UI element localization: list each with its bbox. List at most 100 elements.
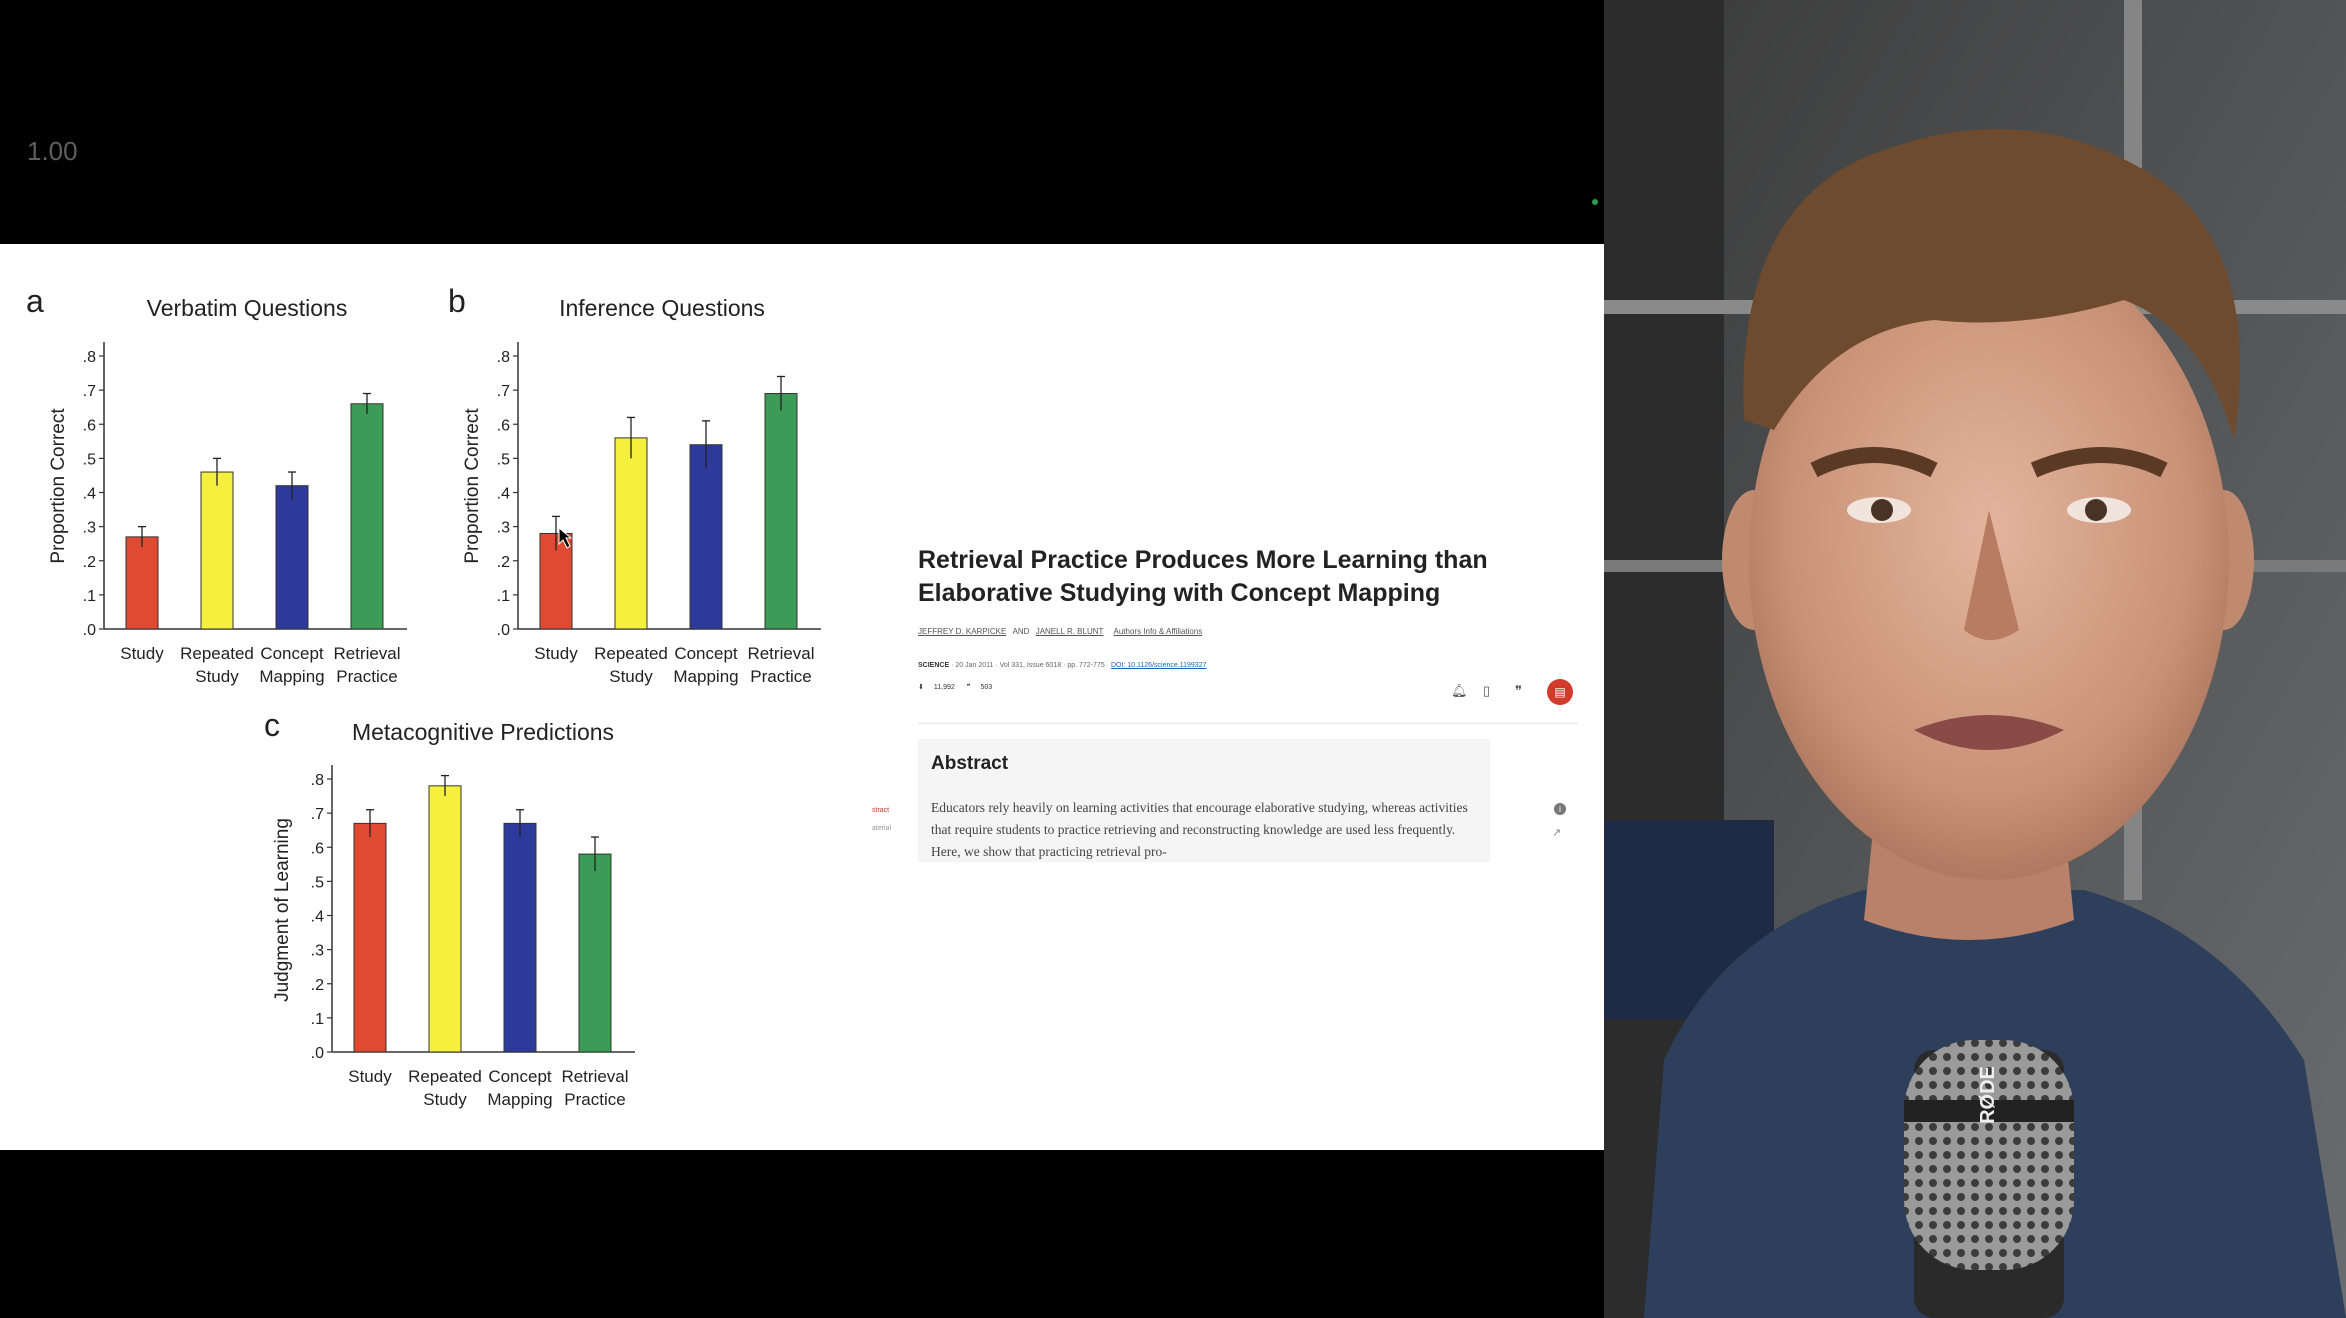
panel-c-ytick-label: .2 [311,977,324,994]
cite-icon[interactable]: ❞ [1515,683,1522,699]
panel-b-category-label: Study [609,667,653,686]
panel-a-ytick-label: .7 [83,383,96,400]
article-stats: ⬇ 11,992 ❞ 503 [918,683,1002,691]
panel-b-ytick-label: .3 [497,520,510,537]
panel-a-category-label: Concept [260,644,324,663]
panel-c-ytick-label: .3 [311,943,324,960]
panel-c-category-label: Concept [488,1067,552,1086]
panel-b-ytick-label: .4 [497,486,510,503]
abstract-heading: Abstract [931,753,1009,774]
quote-icon: ❞ [966,684,971,691]
panel-a-bar [125,536,159,630]
panel-b-ylabel: Proportion Correct [462,408,483,564]
panel-c-bar [578,853,612,1053]
panel-a-category-label: Study [120,644,164,663]
panel-a-ytick-label: .8 [83,349,96,366]
abstract-text: Educators rely heavily on learning activ… [931,800,1468,859]
webcam-image: RØDE [1604,0,2346,1318]
panel-b-ytick-label: .0 [497,622,510,639]
panel-b-ytick-label: .2 [497,554,510,571]
panel-b-category-label: Concept [674,644,738,663]
author-and: AND [1012,627,1030,636]
panel-a-ytick-label: .6 [83,417,96,434]
panel-a-bar [350,403,384,630]
panel-b-category-label: Practice [750,667,811,686]
letterbox-bottom [0,1150,1604,1318]
panel-a-category-label: Retrieval [333,644,400,663]
panel-b-ytick-label: .8 [497,349,510,366]
panel-b-category-label: Study [534,644,578,663]
volume[interactable]: Vol 331, Issue 6018 [1000,662,1062,669]
panel-a-ytick-label: .0 [83,622,96,639]
panel-b-category-label: Repeated [594,644,668,663]
panel-c-ytick-label: .1 [311,1011,324,1028]
pub-date: 20 Jan 2011 [955,662,994,669]
panel-b-category-label: Mapping [673,667,738,686]
bell-icon[interactable]: 🔔︎ [1451,683,1468,699]
author-1[interactable]: JEFFREY D. KARPICKE [918,627,1006,636]
panel-b-ytick-label: .1 [497,588,510,605]
trend-icon[interactable]: ↗ [1552,826,1561,839]
pdf-icon[interactable]: ▤ [1547,679,1573,705]
panel-c-bar [503,822,537,1053]
panel-b-ytick-label: .5 [497,451,510,468]
journal-name[interactable]: SCIENCE [918,662,949,669]
panel-c-ytick-label: .5 [311,874,324,891]
pages: pp. 772-775 [1067,662,1105,669]
panel-a-ytick-label: .5 [83,451,96,468]
panel-c-category-label: Mapping [487,1090,552,1109]
panel-b-letter: b [448,283,466,319]
panel-c-letter: c [264,707,280,743]
panel-c-ytick-label: .4 [311,909,324,926]
authors-info-link[interactable]: Authors Info & Affiliations [1114,627,1203,636]
slide: a Verbatim Questions Proportion Correct .0.… [0,244,1604,1150]
panel-c-bar [353,822,387,1053]
panel-b-bar [764,393,798,630]
panel-b-ytick-label: .6 [497,417,510,434]
panel-c-ytick-label: .8 [311,772,324,789]
side-nav-abstract[interactable]: stract [872,807,889,814]
panel-a-category-label: Practice [336,667,397,686]
panel-b-title: Inference Questions [559,295,765,321]
panel-a-ytick-label: .2 [83,554,96,571]
panel-a-bar [200,471,234,630]
article-title: Retrieval Practice Produces More Learnin… [918,546,1488,607]
panel-b-category-label: Retrieval [747,644,814,663]
info-icon[interactable]: i [1554,803,1566,815]
panel-c-category-label: Retrieval [561,1067,628,1086]
article-screenshot: Retrieval Practice Produces More Learnin… [868,544,1588,1116]
abstract-box: Abstract Educators rely heavily on learn… [918,739,1490,862]
panel-c-ytick-label: .7 [311,806,324,823]
panel-b-ytick-label: .7 [497,383,510,400]
doi-link[interactable]: DOI: 10.1126/science.1199327 [1111,662,1206,669]
panel-a-ylabel: Proportion Correct [48,408,69,564]
iris-right [2085,499,2107,521]
panel-c-bar [428,785,462,1053]
figure: a Verbatim Questions Proportion Correct .0.… [26,283,821,1109]
article-meta: SCIENCE · 20 Jan 2011 · Vol 331, Issue 6… [918,662,1207,669]
citation-count: 503 [980,684,993,691]
panel-c-category-label: Repeated [408,1067,482,1086]
panel-b-bar [689,444,723,630]
author-2[interactable]: JANELL R. BLUNT [1036,627,1104,636]
recording-indicator [1592,199,1598,205]
panel-c-ytick-label: .6 [311,840,324,857]
panel-c-category-label: Study [423,1090,467,1109]
panel-a-ytick-label: .4 [83,486,96,503]
zoom-level: 1.00 [27,136,78,166]
panel-a-ytick-label: .1 [83,588,96,605]
article-authors: JEFFREY D. KARPICKE AND JANELL R. BLUNT … [918,627,1202,636]
panel-a-ytick-label: .3 [83,520,96,537]
panel-b-bar [614,437,648,630]
download-icon: ⬇ [918,684,924,691]
bookmark-icon[interactable]: ▯ [1483,683,1490,699]
panel-a-title: Verbatim Questions [147,295,348,321]
panel-a-category-label: Study [195,667,239,686]
panel-c-ytick-label: .0 [311,1045,324,1062]
divider [918,723,1578,724]
panel-a-category-label: Mapping [259,667,324,686]
side-nav-material[interactable]: aterial [872,825,891,832]
panel-a-bar [275,485,309,630]
panel-c-category-label: Study [348,1067,392,1086]
iris-left [1871,499,1893,521]
